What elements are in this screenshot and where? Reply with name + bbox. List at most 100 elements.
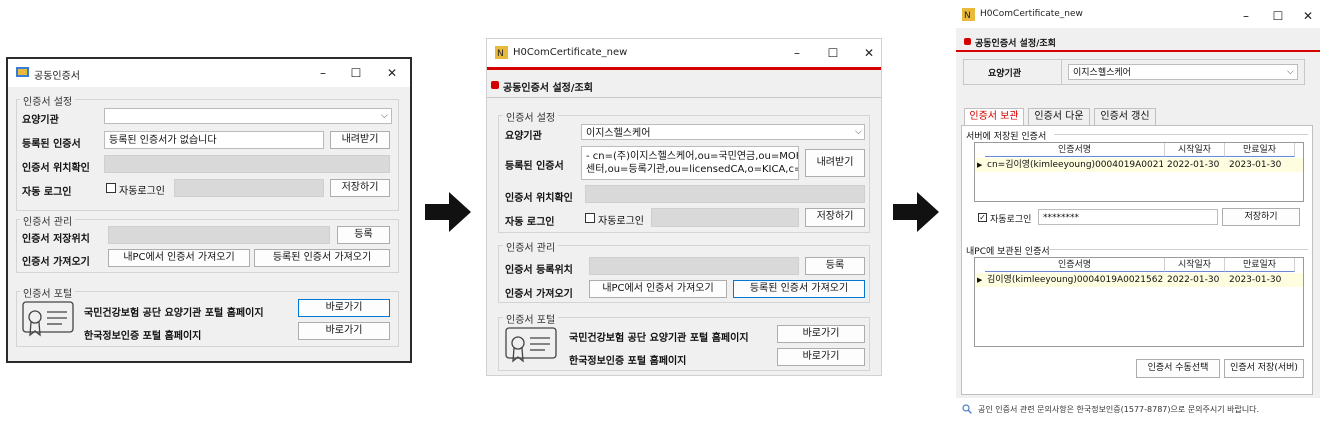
agency-select[interactable]: 이지스헬스케어	[1068, 64, 1298, 80]
download-button[interactable]: 내려받기	[805, 149, 865, 177]
label-location-check: 인증서 위치확인	[22, 163, 90, 174]
table-row[interactable]: ▶ cn=김이영(kimleeyoung)0004019A0021562··· …	[975, 158, 1303, 172]
title-bar[interactable]: N H0ComCertificate_new – ☐ ✕	[487, 39, 881, 67]
column-header[interactable]: 인증서명	[985, 258, 1165, 272]
footer-notice: 공인 인증서 관련 문의사항은 한국정보인증(1577-8787)으로 문의주시…	[978, 405, 1260, 414]
header-bullet-icon	[491, 81, 499, 89]
app-icon	[16, 67, 29, 77]
registered-cert-field: 등록된 인증서가 없습니다	[104, 131, 324, 149]
location-check-field	[585, 185, 865, 203]
import-from-pc-button[interactable]: 내PC에서 인증서 가져오기	[108, 249, 250, 267]
server-group-label: 서버에 저장된 인증서	[966, 132, 1047, 142]
label-registered: 등록된 인증서	[505, 161, 564, 172]
label-agency: 요양기관	[22, 115, 59, 126]
group-label-portal: 인증서 포털	[503, 311, 559, 326]
auto-login-password-field	[651, 208, 799, 227]
save-button[interactable]: 저장하기	[805, 208, 865, 227]
window-certificate-basic: 공동인증서 – ☐ ✕ 인증서 설정 요양기관 ⌵ 등록된 인증서 등록된 인증…	[6, 57, 412, 363]
go-kica-button[interactable]: 바로가기	[777, 348, 865, 366]
title-bar[interactable]: 공동인증서 – ☐ ✕	[8, 59, 410, 87]
column-header[interactable]: 만료일자	[1225, 143, 1295, 157]
minimize-button[interactable]: –	[313, 64, 333, 82]
window-certificate-storage: N H0ComCertificate_new – ☐ ✕ 공동인증서 설정/조회…	[956, 2, 1320, 426]
password-field[interactable]: ********	[1038, 209, 1218, 225]
minimize-button[interactable]: –	[787, 44, 807, 62]
label-auto-login: 자동 로그인	[22, 187, 72, 198]
header-divider	[487, 97, 881, 98]
column-header[interactable]: 인증서명	[985, 143, 1165, 157]
header-title: 공동인증서 설정/조회	[503, 83, 593, 94]
column-header[interactable]: 시작일자	[1165, 143, 1225, 157]
minimize-button[interactable]: –	[1236, 7, 1256, 25]
header-accent-bar	[487, 67, 881, 70]
column-header[interactable]: 만료일자	[1225, 258, 1295, 272]
header-bullet-icon	[964, 38, 971, 45]
tab-label: 인증서 다운	[1034, 111, 1084, 122]
auto-login-checkbox[interactable]	[585, 213, 595, 223]
save-to-server-button[interactable]: 인증서 저장(서버)	[1224, 359, 1304, 378]
label-import: 인증서 가져오기	[22, 257, 90, 268]
import-registered-button[interactable]: 등록된 인증서 가져오기	[254, 249, 390, 267]
registered-cert-line2: 센터,ou=등록기관,ou=licensedCA,o=KICA,c=KR	[586, 164, 799, 175]
tab-storage[interactable]: 인증서 보관	[964, 108, 1024, 126]
maximize-button[interactable]: ☐	[346, 64, 366, 82]
server-cert-table: 인증서명 시작일자 만료일자 ▶ cn=김이영(kimleeyoung)0004…	[974, 142, 1304, 202]
title-bar[interactable]: N H0ComCertificate_new – ☐ ✕	[956, 2, 1320, 28]
import-registered-button[interactable]: 등록된 인증서 가져오기	[733, 280, 865, 298]
table-row[interactable]: ▶ 김이영(kimleeyoung)0004019A002156204 2022…	[975, 273, 1303, 287]
cell-end: 2023-01-30	[1229, 160, 1282, 170]
group-label-manage: 인증서 관리	[503, 239, 559, 254]
maximize-button[interactable]: ☐	[823, 44, 843, 62]
save-button[interactable]: 저장하기	[330, 179, 390, 197]
maximize-button[interactable]: ☐	[1268, 7, 1288, 25]
portal-kica-label: 한국정보인증 포털 홈페이지	[84, 331, 202, 342]
label-registered: 등록된 인증서	[22, 139, 81, 150]
auto-login-checkbox[interactable]	[106, 183, 116, 193]
save-button[interactable]: 저장하기	[1222, 208, 1300, 226]
go-nhis-button[interactable]: 바로가기	[298, 299, 390, 317]
auto-login-check-label: 자동로그인	[598, 216, 644, 227]
register-button[interactable]: 등록	[337, 226, 390, 244]
agency-select[interactable]: 이지스헬스케어	[581, 124, 865, 140]
group-label-portal: 인증서 포털	[20, 285, 76, 300]
certificate-icon	[505, 327, 557, 363]
tab-download[interactable]: 인증서 다운	[1028, 108, 1090, 125]
svg-text:N: N	[497, 49, 504, 59]
register-location-field	[589, 257, 799, 275]
registered-cert-line1: - cn=(주)이지스헬스케어,ou=국민연금,ou=MOHW RA	[586, 151, 799, 162]
label-agency: 요양기관	[505, 131, 542, 142]
tab-label: 인증서 갱신	[1100, 111, 1150, 122]
close-button[interactable]: ✕	[1298, 7, 1318, 25]
portal-nhis-label: 국민건강보험 공단 요양기관 포털 홈페이지	[84, 308, 264, 319]
column-header[interactable]: 시작일자	[1165, 258, 1225, 272]
cell-name: 김이영(kimleeyoung)0004019A002156204	[987, 275, 1163, 285]
server-group-line	[1054, 134, 1308, 135]
row-pointer-icon: ▶	[977, 276, 983, 284]
tab-label: 인증서 보관	[969, 111, 1019, 122]
download-button[interactable]: 내려받기	[330, 131, 390, 149]
window-title: 공동인증서	[34, 71, 80, 82]
label-agency: 요양기관	[988, 69, 1022, 79]
go-nhis-button[interactable]: 바로가기	[777, 325, 865, 343]
tab-renew[interactable]: 인증서 갱신	[1094, 108, 1156, 125]
register-button[interactable]: 등록	[805, 257, 865, 275]
auto-login-checkbox[interactable]: ✓	[978, 213, 987, 222]
registered-cert-field: - cn=(주)이지스헬스케어,ou=국민연금,ou=MOHW RA 센터,ou…	[581, 146, 799, 180]
search-icon	[962, 404, 972, 414]
row-pointer-icon: ▶	[977, 161, 983, 169]
auto-login-check-label: 자동로그인	[990, 215, 1032, 225]
close-button[interactable]: ✕	[859, 44, 879, 62]
portal-nhis-label: 국민건강보험 공단 요양기관 포털 홈페이지	[569, 333, 749, 344]
chevron-down-icon: ⌵	[381, 111, 388, 121]
manual-select-button[interactable]: 인증서 수동선택	[1136, 359, 1220, 378]
chevron-down-icon: ⌵	[1287, 67, 1294, 77]
go-kica-button[interactable]: 바로가기	[298, 322, 390, 340]
close-button[interactable]: ✕	[382, 64, 402, 82]
label-location-check: 인증서 위치확인	[505, 193, 573, 204]
group-label-settings: 인증서 설정	[20, 93, 76, 108]
label-save-location: 인증서 저장위치	[22, 234, 90, 245]
agency-select[interactable]	[104, 108, 392, 124]
import-from-pc-button[interactable]: 내PC에서 인증서 가져오기	[589, 280, 727, 298]
label-import: 인증서 가져오기	[505, 289, 573, 300]
window-title: H0ComCertificate_new	[980, 9, 1083, 19]
